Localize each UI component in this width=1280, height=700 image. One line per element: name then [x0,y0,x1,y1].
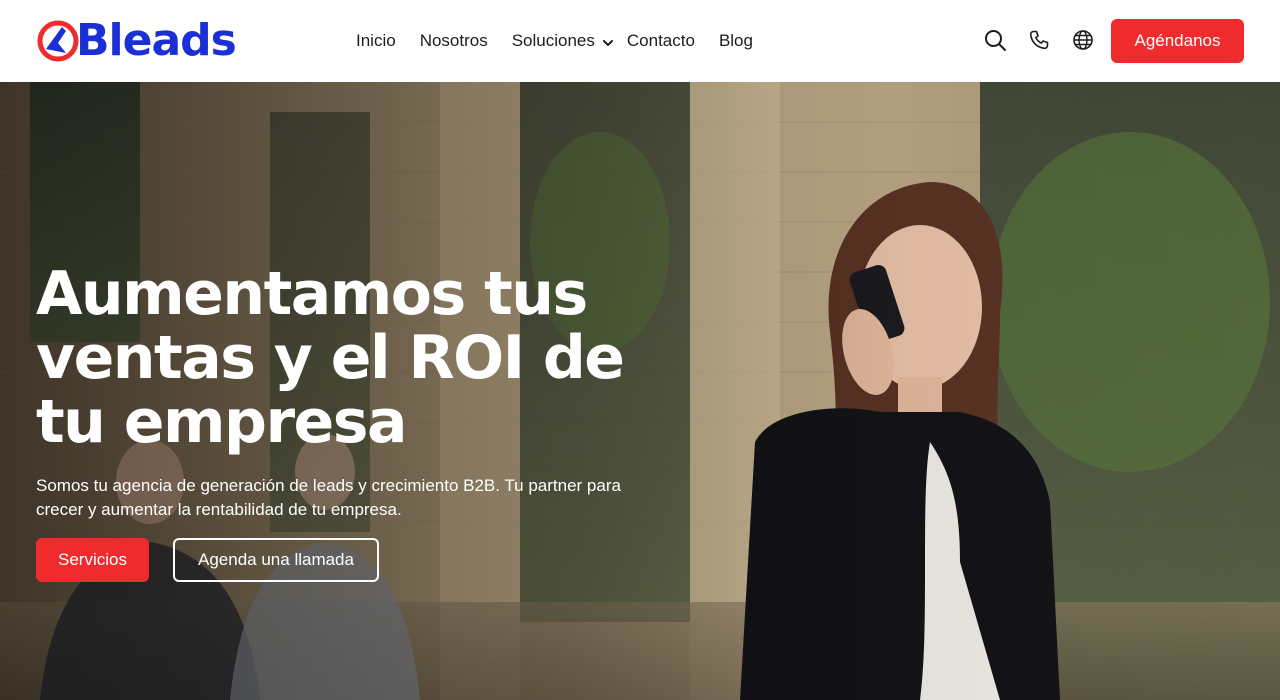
nav-item-nosotros[interactable]: Nosotros [420,31,488,51]
hero-subtitle: Somos tu agencia de generación de leads … [36,476,621,519]
hero-title: Aumentamos tus ventas y el ROI de tu emp… [36,259,625,457]
site-header: Bleads Inicio Nosotros Soluciones Contac… [0,0,1280,82]
search-icon[interactable] [983,28,1007,52]
nav-item-blog[interactable]: Blog [719,31,753,51]
chevron-down-icon[interactable] [601,36,615,50]
servicios-button[interactable]: Servicios [36,538,149,582]
main-nav: Inicio Nosotros Soluciones Contacto Blog [356,29,777,53]
header-tools [983,28,1095,52]
phone-icon[interactable] [1027,28,1051,52]
globe-icon[interactable] [1071,28,1095,52]
logo-mark-icon [37,20,79,62]
agendanos-button[interactable]: Agéndanos [1111,19,1244,63]
nav-item-contacto[interactable]: Contacto [627,31,695,51]
agenda-llamada-button[interactable]: Agenda una llamada [173,538,379,582]
nav-item-inicio[interactable]: Inicio [356,31,396,51]
brand-logo[interactable]: Bleads [36,15,237,66]
hero-section: Aumentamos tus ventas y el ROI de tu emp… [0,82,1280,700]
brand-name: Bleads [76,15,237,66]
nav-item-soluciones[interactable]: Soluciones [512,31,595,51]
